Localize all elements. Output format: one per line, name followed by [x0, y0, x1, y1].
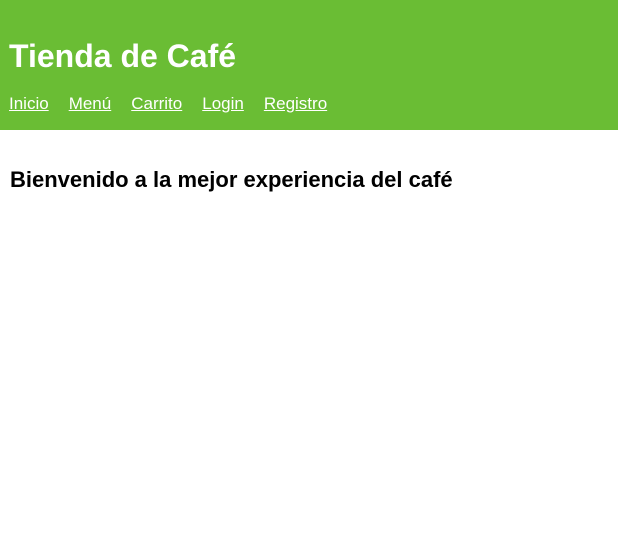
site-header: Tienda de Café Inicio Menú Carrito Login…: [0, 0, 618, 130]
welcome-heading: Bienvenido a la mejor experiencia del ca…: [10, 167, 453, 192]
nav-link-inicio[interactable]: Inicio: [9, 94, 49, 114]
nav-link-login[interactable]: Login: [202, 94, 244, 114]
main-nav: Inicio Menú Carrito Login Registro: [9, 94, 609, 114]
nav-link-registro[interactable]: Registro: [264, 94, 327, 114]
nav-link-menu[interactable]: Menú: [69, 94, 112, 114]
main-content: Bienvenido a la mejor experiencia del ca…: [0, 130, 618, 194]
site-title: Tienda de Café: [9, 38, 237, 74]
nav-link-carrito[interactable]: Carrito: [131, 94, 182, 114]
